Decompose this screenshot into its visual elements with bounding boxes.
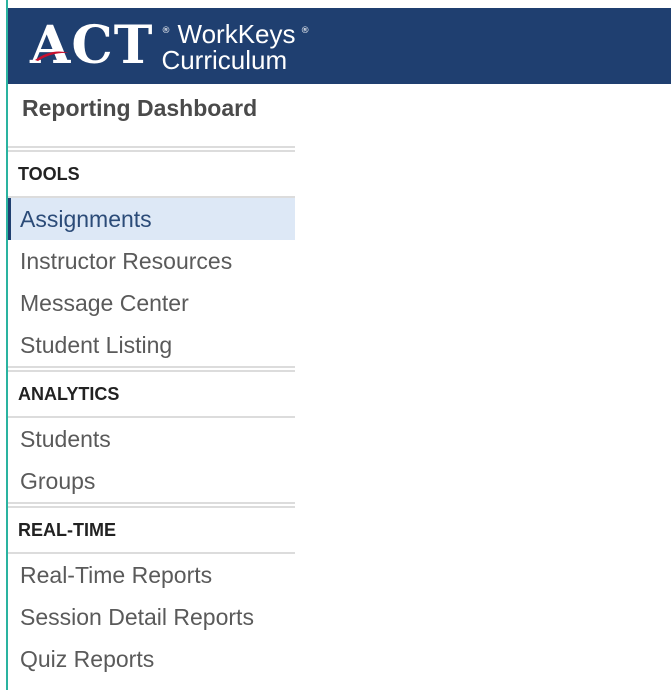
act-logo-text: ACT: [30, 15, 154, 76]
registered-mark-2: ®: [300, 26, 310, 36]
page-title: Reporting Dashboard: [22, 95, 258, 121]
sidebar-item-student-listing[interactable]: Student Listing: [8, 324, 295, 366]
registered-mark: ®: [161, 26, 171, 36]
header-bar: ACT ® WorkKeys ® Curriculum: [8, 8, 671, 84]
sidebar-item-students[interactable]: Students: [8, 418, 295, 460]
workkeys-wordmark: ® WorkKeys ® Curriculum: [161, 21, 311, 73]
section-title-real-time: REAL-TIME: [8, 508, 295, 554]
act-swoosh-icon: [35, 51, 69, 61]
sidebar-item-groups[interactable]: Groups: [8, 460, 295, 502]
app-frame: ACT ® WorkKeys ® Curriculum Reporting Da…: [0, 0, 671, 690]
section-title-tools: TOOLS: [8, 152, 295, 198]
curriculum-text: Curriculum: [161, 45, 288, 75]
sidebar-item-quiz-reports[interactable]: Quiz Reports: [8, 638, 295, 680]
section-title-analytics: ANALYTICS: [8, 372, 295, 418]
sidebar-item-session-detail-reports[interactable]: Session Detail Reports: [8, 596, 295, 638]
sidebar-item-instructor-resources[interactable]: Instructor Resources: [8, 240, 295, 282]
sidebar-nav: TOOLS Assignments Instructor Resources M…: [8, 146, 295, 680]
sidebar-item-assignments[interactable]: Assignments: [8, 198, 295, 240]
act-workkeys-logo[interactable]: ACT ® WorkKeys ® Curriculum: [30, 15, 312, 76]
sidebar-item-real-time-reports[interactable]: Real-Time Reports: [8, 554, 295, 596]
sidebar-item-message-center[interactable]: Message Center: [8, 282, 295, 324]
